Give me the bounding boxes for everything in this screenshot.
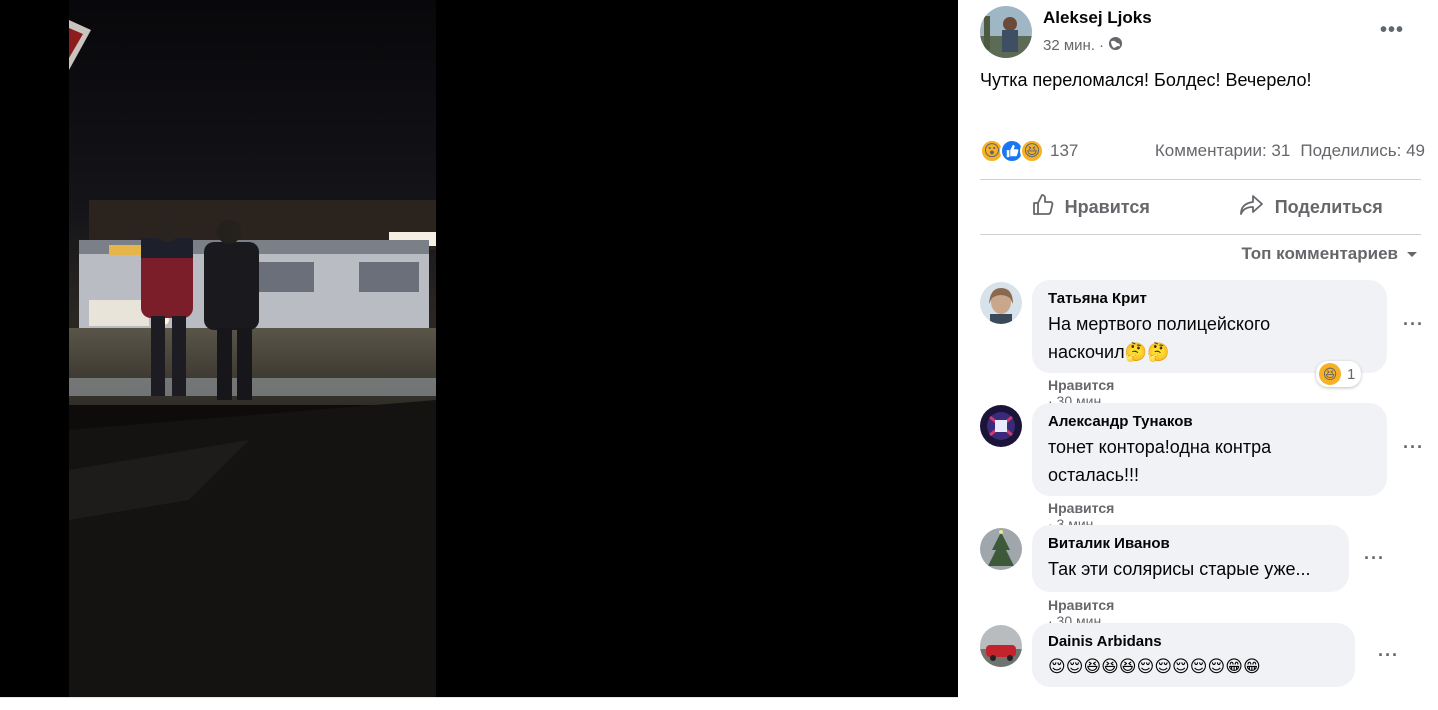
comment-bubble: Виталик Иванов Так эти солярисы старые у… [1032,525,1349,592]
post-time[interactable]: 32 мин. [1043,37,1095,54]
comment-bubble: Dainis Arbidans 😌😌😆😆😆😌😌😌😌😌😁😁 [1032,623,1355,687]
comment-text: тонет контора!одна контра [1048,437,1272,457]
commenter-name[interactable]: Александр Тунаков [1048,411,1371,433]
comment-like-button[interactable]: Нравится [1048,597,1114,613]
post-details-panel: Aleksej Ljoks 32 мин. · ••• Чутка перело… [958,0,1438,710]
post-meta: 32 мин. · [1043,36,1123,55]
comment-like-button[interactable]: Нравится [1048,377,1114,393]
comment-bubble: Александр Тунаков тонет контора!одна кон… [1032,403,1387,496]
more-horizontal-icon: ··· [1364,548,1385,568]
like-label: Нравится [1064,196,1150,217]
globe-icon [1108,36,1123,55]
shares-count[interactable]: Поделились: 49 [1300,141,1425,161]
comment-text: Так эти солярисы старые уже... [1048,559,1311,579]
commenter-avatar[interactable] [980,625,1022,667]
media-bottom-strip [0,697,958,710]
comment-text: 😌😌😆😆😆😌😌😌😌😌😁😁 [1048,657,1261,676]
night-street-photo [69,0,436,697]
post-photo[interactable] [69,0,436,697]
comment-bubble: Татьяна Крит На мертвого полицейского на… [1032,280,1387,373]
share-arrow-icon [1239,193,1265,222]
commenter-avatar[interactable] [980,405,1022,447]
post-options-button[interactable]: ••• [1374,16,1410,44]
reactions-bar: 😮 😆 137 Комментарии: 31 Поделились: 49 [980,136,1425,166]
share-button[interactable]: Поделиться [1201,182,1422,232]
divider [980,179,1421,180]
comment-text: На мертвого полицейского [1048,314,1271,334]
comment-sort-dropdown[interactable]: Топ комментариев [1241,244,1418,264]
comment-options-button[interactable]: ··· [1364,548,1385,569]
more-horizontal-icon: ··· [1403,314,1424,334]
more-horizontal-icon: ••• [1379,18,1404,41]
commenter-avatar[interactable] [980,282,1022,324]
more-horizontal-icon: ··· [1378,645,1399,665]
post-actions: Нравится Поделиться [980,182,1421,232]
reaction-icons[interactable]: 😮 😆 [980,139,1044,163]
comments-count[interactable]: Комментарии: 31 [1155,141,1290,161]
comment-like-button[interactable]: Нравится [1048,500,1114,516]
caret-down-icon [1406,244,1418,264]
haha-icon: 😆 [1319,363,1341,385]
sort-label: Топ комментариев [1241,244,1398,263]
comment-reaction-count: 1 [1347,365,1356,383]
author-name[interactable]: Aleksej Ljoks [1043,8,1152,28]
share-label: Поделиться [1274,196,1383,217]
reaction-count[interactable]: 137 [1050,141,1078,161]
dot-separator: · [1099,37,1104,54]
like-button[interactable]: Нравится [980,182,1201,232]
commenter-name[interactable]: Dainis Arbidans [1048,631,1339,653]
thumbs-up-icon [1031,193,1055,222]
commenter-name[interactable]: Татьяна Крит [1048,288,1371,310]
divider [980,234,1421,235]
more-horizontal-icon: ··· [1403,437,1424,457]
comment-options-button[interactable]: ··· [1403,437,1424,458]
post-stats: Комментарии: 31 Поделились: 49 [1155,141,1425,161]
post-text: Чутка переломался! Болдес! Вечерело! [980,70,1312,90]
comment-text: осталась!!! [1048,465,1139,485]
commenter-avatar[interactable] [980,528,1022,570]
haha-icon: 😆 [1020,139,1044,163]
commenter-name[interactable]: Виталик Иванов [1048,533,1333,555]
author-avatar[interactable] [980,6,1032,58]
comment-options-button[interactable]: ··· [1403,314,1424,335]
comment-options-button[interactable]: ··· [1378,645,1399,666]
comment-reaction-badge[interactable]: 😆 1 [1316,361,1362,387]
post-media[interactable] [0,0,958,697]
